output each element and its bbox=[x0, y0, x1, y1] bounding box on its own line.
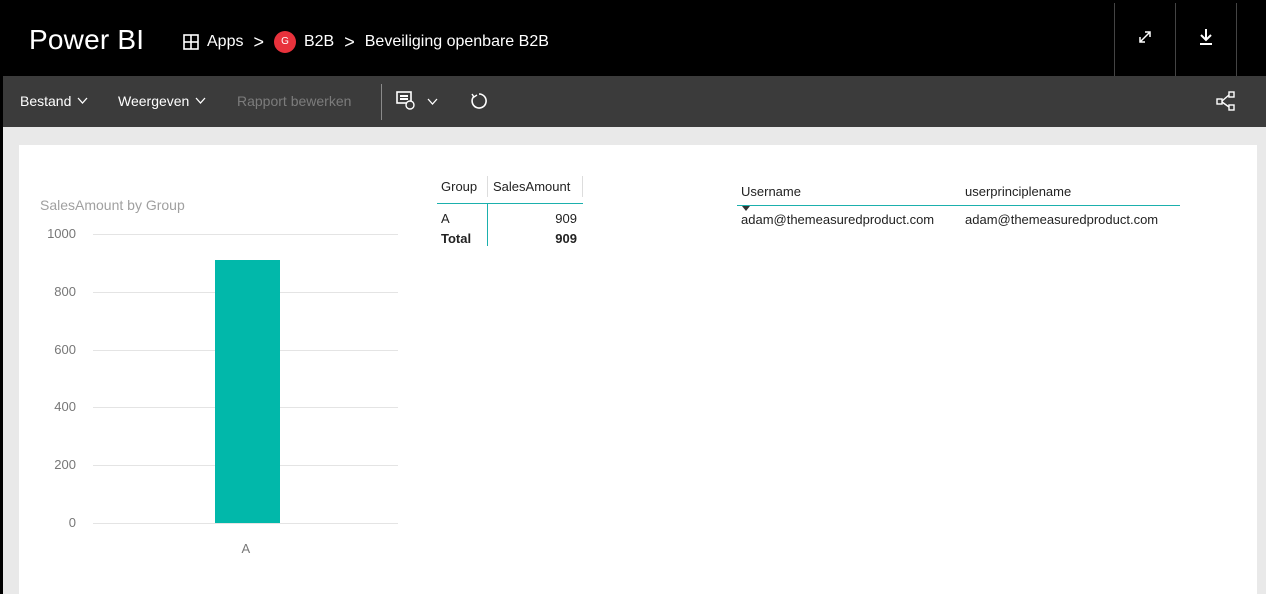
bar-A[interactable] bbox=[215, 260, 280, 523]
gridline bbox=[93, 234, 398, 235]
app-brand[interactable]: Power BI bbox=[29, 24, 144, 56]
expand-icon bbox=[1137, 28, 1153, 51]
table-total-label: Total bbox=[441, 231, 472, 246]
app-header: Power BI Apps > G B2B > Beveiliging open… bbox=[3, 3, 1266, 76]
breadcrumb-separator: > bbox=[253, 31, 264, 52]
fullscreen-button[interactable] bbox=[1114, 3, 1175, 76]
refresh-icon bbox=[470, 92, 488, 113]
y-tick-label: 800 bbox=[54, 283, 76, 299]
table-cell-amount: 909 bbox=[555, 211, 577, 226]
table-header[interactable]: Group bbox=[441, 179, 477, 194]
toolbar-divider bbox=[381, 84, 382, 120]
column-divider bbox=[582, 176, 583, 197]
table-total-amount: 909 bbox=[555, 231, 577, 246]
download-icon bbox=[1198, 28, 1214, 52]
breadcrumb-workspace[interactable]: B2B bbox=[304, 33, 334, 51]
file-menu-label: Bestand bbox=[20, 93, 72, 109]
breadcrumb-report: Beveiliging openbare B2B bbox=[364, 33, 549, 50]
table-cell-group: A bbox=[441, 211, 450, 226]
visual-options-button[interactable] bbox=[395, 89, 438, 114]
x-tick-label: A bbox=[241, 541, 251, 556]
gridline bbox=[93, 523, 398, 524]
apps-grid-icon[interactable] bbox=[183, 34, 199, 50]
more-button[interactable] bbox=[1236, 3, 1266, 76]
y-tick-label: 600 bbox=[54, 341, 76, 357]
y-tick-label: 0 bbox=[68, 515, 76, 530]
header-underline bbox=[737, 205, 1180, 206]
chevron-down-icon bbox=[427, 96, 438, 108]
table-header[interactable]: Username bbox=[741, 184, 801, 199]
report-toolbar: Bestand Weergeven Rapport bewerken bbox=[3, 76, 1266, 127]
download-button[interactable] bbox=[1175, 3, 1236, 76]
edit-report-button[interactable]: Rapport bewerken bbox=[237, 93, 351, 109]
table-header[interactable]: userprinciplename bbox=[965, 184, 1071, 199]
visual-icon bbox=[395, 89, 417, 114]
chevron-down-icon bbox=[77, 95, 88, 107]
file-menu[interactable]: Bestand bbox=[20, 93, 88, 109]
share-icon bbox=[1215, 90, 1237, 115]
view-menu[interactable]: Weergeven bbox=[118, 93, 206, 109]
workspace-badge-icon: G bbox=[273, 31, 296, 53]
column-divider bbox=[487, 176, 488, 197]
breadcrumb-separator: > bbox=[344, 31, 355, 52]
table-header[interactable]: SalesAmount bbox=[493, 179, 570, 194]
breadcrumb-apps[interactable]: Apps bbox=[207, 33, 243, 51]
view-menu-label: Weergeven bbox=[118, 93, 190, 109]
y-tick-label: 400 bbox=[54, 399, 76, 415]
header-underline bbox=[437, 203, 583, 204]
refresh-button[interactable] bbox=[470, 92, 488, 113]
table-cell-username: adam@themeasuredproduct.com bbox=[741, 212, 935, 227]
column-divider bbox=[487, 203, 488, 246]
chevron-down-icon bbox=[195, 95, 206, 107]
share-button[interactable] bbox=[1215, 90, 1237, 115]
chart-title: SalesAmount by Group bbox=[40, 197, 185, 213]
table-cell-upn: adam@themeasuredproduct.com bbox=[965, 212, 1159, 227]
y-tick-label: 200 bbox=[54, 457, 76, 473]
y-tick-label: 1000 bbox=[47, 226, 76, 241]
breadcrumb: Apps > G B2B > Beveiliging openbare B2B bbox=[183, 31, 549, 53]
